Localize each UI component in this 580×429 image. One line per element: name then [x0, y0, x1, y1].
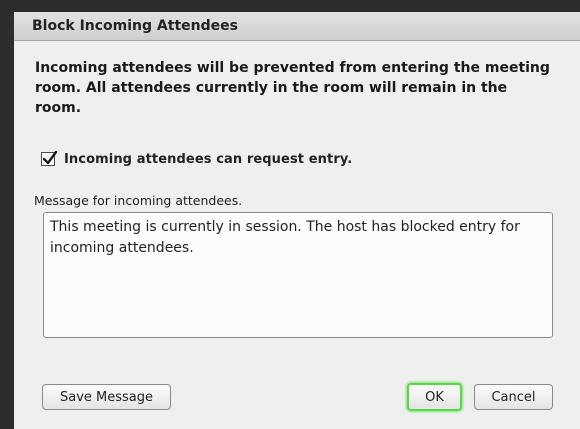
save-message-button[interactable]: Save Message — [42, 384, 171, 410]
window-frame-top — [0, 0, 580, 12]
dialog-title: Block Incoming Attendees — [32, 18, 238, 34]
ok-button[interactable]: OK — [407, 383, 462, 411]
request-entry-option[interactable]: Incoming attendees can request entry. — [41, 150, 352, 167]
block-incoming-attendees-dialog: Block Incoming Attendees Incoming attend… — [14, 12, 580, 429]
request-entry-label[interactable]: Incoming attendees can request entry. — [64, 152, 352, 167]
intro-text: Incoming attendees will be prevented fro… — [35, 60, 550, 116]
cancel-button[interactable]: Cancel — [474, 384, 553, 410]
dialog-titlebar[interactable]: Block Incoming Attendees — [14, 12, 580, 41]
checkmark-icon — [42, 150, 58, 165]
window-frame-left — [0, 0, 14, 429]
request-entry-checkbox[interactable] — [41, 150, 58, 166]
message-label: Message for incoming attendees. — [34, 193, 243, 208]
message-textarea[interactable]: This meeting is currently in session. Th… — [43, 212, 553, 338]
